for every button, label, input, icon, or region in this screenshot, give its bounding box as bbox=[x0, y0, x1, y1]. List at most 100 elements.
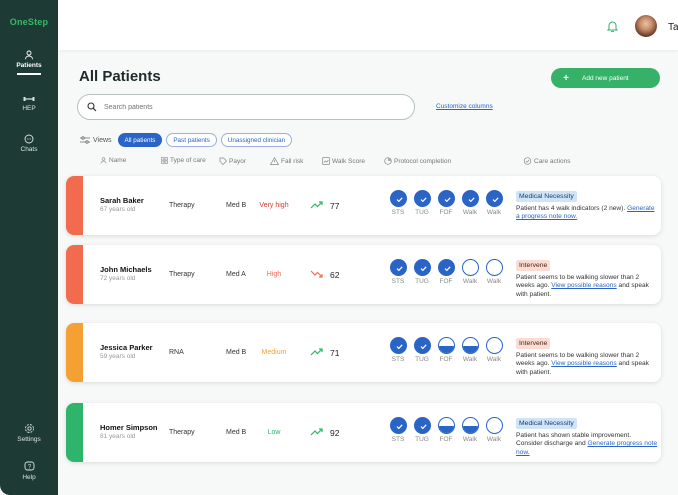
sidebar-item-help[interactable]: ? Help bbox=[0, 461, 58, 481]
care-icon bbox=[523, 157, 532, 165]
protocol-label: TUG bbox=[415, 436, 429, 443]
avatar[interactable] bbox=[635, 15, 657, 37]
column-header-payor[interactable]: Payor bbox=[219, 157, 246, 165]
view-pill-past-patients[interactable]: Past patients bbox=[166, 133, 217, 147]
column-header-protocol[interactable]: Protocol completion bbox=[384, 157, 451, 165]
protocol-item: FOF bbox=[434, 259, 458, 285]
protocol-label: Walk bbox=[486, 209, 502, 216]
walk-score: 92 bbox=[330, 428, 340, 438]
protocol-status-icon bbox=[389, 190, 407, 207]
plus-icon: + bbox=[563, 72, 569, 84]
protocol-completion: STS TUG FOF Walk Walk bbox=[386, 259, 506, 285]
sidebar-item-chats[interactable]: Chats bbox=[0, 134, 58, 153]
dumbbell-icon bbox=[23, 97, 35, 101]
patient-age: 67 years old bbox=[100, 206, 136, 213]
patient-card[interactable]: Sarah Baker 67 years old Therapy Med B Very … bbox=[66, 176, 661, 235]
sidebar-item-label: Settings bbox=[17, 436, 41, 443]
protocol-item: FOF bbox=[434, 190, 458, 216]
protocol-label: FOF bbox=[439, 278, 453, 285]
bell-icon[interactable] bbox=[607, 20, 618, 32]
user-name[interactable]: Tara bbox=[668, 22, 678, 33]
patients-icon bbox=[25, 50, 33, 60]
protocol-label: TUG bbox=[415, 278, 429, 285]
patient-age: 81 years old bbox=[100, 433, 136, 440]
action-link[interactable]: View possible reasons bbox=[551, 282, 617, 289]
sidebar-item-settings[interactable]: Settings bbox=[0, 423, 58, 443]
column-header-walk-score[interactable]: Walk Score bbox=[322, 157, 365, 165]
progress-ring-icon bbox=[384, 157, 392, 165]
protocol-status-icon bbox=[437, 417, 455, 434]
protocol-status-icon bbox=[485, 190, 503, 207]
column-header-label: Name bbox=[109, 157, 127, 164]
walk-score: 62 bbox=[330, 270, 340, 280]
protocol-label: Walk bbox=[462, 209, 478, 216]
sidebar: OneStep Patients HEP Chats Settings ? He… bbox=[0, 0, 58, 495]
action-link[interactable]: View possible reasons bbox=[551, 360, 617, 367]
grid-icon bbox=[161, 157, 168, 164]
protocol-item: FOF bbox=[434, 417, 458, 443]
protocol-item: FOF bbox=[434, 337, 458, 363]
column-header-fall-risk[interactable]: Fall risk bbox=[270, 157, 303, 165]
protocol-status-icon bbox=[413, 337, 431, 354]
trend-up-icon bbox=[310, 201, 323, 209]
patient-card[interactable]: John Michaels 72 years old Therapy Med A Hig… bbox=[66, 245, 661, 304]
protocol-label: STS bbox=[391, 436, 405, 443]
care-action: Intervene Patient seems to be walking slo… bbox=[516, 332, 658, 377]
protocol-item: Walk bbox=[482, 337, 506, 363]
search-input[interactable] bbox=[104, 101, 404, 113]
protocol-item: STS bbox=[386, 337, 410, 363]
patient-card[interactable]: Jessica Parker 59 years old RNA Med B Medium… bbox=[66, 323, 661, 382]
trend-up-icon bbox=[310, 428, 323, 436]
trend-up-icon bbox=[310, 348, 323, 356]
protocol-status-icon bbox=[461, 259, 479, 276]
column-header-label: Walk Score bbox=[332, 157, 365, 165]
patient-name[interactable]: Jessica Parker bbox=[100, 343, 153, 352]
fall-risk: Low bbox=[267, 429, 281, 436]
protocol-label: Walk bbox=[486, 278, 502, 285]
type-of-care: Therapy bbox=[169, 271, 195, 278]
risk-color-band bbox=[66, 176, 83, 235]
sidebar-item-patients[interactable]: Patients bbox=[0, 50, 58, 75]
sliders-icon bbox=[80, 136, 90, 144]
column-header-name[interactable]: Name bbox=[100, 157, 126, 164]
protocol-item: STS bbox=[386, 190, 410, 216]
protocol-label: Walk bbox=[462, 436, 478, 443]
patient-name[interactable]: Homer Simpson bbox=[100, 423, 158, 432]
patient-name[interactable]: Sarah Baker bbox=[100, 196, 144, 205]
action-badge: Intervene bbox=[516, 338, 551, 349]
protocol-label: Walk bbox=[462, 278, 478, 285]
walk-score: 71 bbox=[330, 348, 340, 358]
trend-down-icon bbox=[310, 270, 323, 278]
protocol-item: Walk bbox=[482, 259, 506, 285]
column-header-care[interactable]: Type of care bbox=[161, 157, 206, 164]
search-box[interactable] bbox=[77, 94, 415, 120]
fall-risk: High bbox=[266, 271, 282, 278]
brand-logo[interactable]: OneStep bbox=[0, 17, 58, 27]
column-header-care-actions[interactable]: Care actions bbox=[523, 157, 571, 165]
column-header-label: Care actions bbox=[534, 157, 571, 165]
protocol-label: TUG bbox=[415, 356, 429, 363]
protocol-label: Walk bbox=[486, 356, 502, 363]
customize-columns-link[interactable]: Customize columns bbox=[436, 103, 493, 110]
fall-risk: Medium bbox=[261, 349, 287, 356]
protocol-completion: STS TUG FOF Walk Walk bbox=[386, 417, 506, 443]
protocol-label: FOF bbox=[439, 356, 453, 363]
patient-name[interactable]: John Michaels bbox=[100, 265, 152, 274]
add-patient-button[interactable]: + Add new patient bbox=[551, 68, 660, 88]
protocol-status-icon bbox=[485, 337, 503, 354]
view-pill-unassigned-clinician[interactable]: Unassigned clinician bbox=[220, 133, 293, 147]
protocol-status-icon bbox=[413, 190, 431, 207]
sidebar-item-hep[interactable]: HEP bbox=[0, 95, 58, 112]
action-badge: Medical Necessity bbox=[516, 191, 577, 202]
protocol-label: Walk bbox=[486, 436, 502, 443]
protocol-item: TUG bbox=[410, 417, 434, 443]
help-icon: ? bbox=[24, 461, 34, 471]
protocol-label: Walk bbox=[462, 356, 478, 363]
patient-card[interactable]: Homer Simpson 81 years old Therapy Med B Low… bbox=[66, 403, 661, 462]
protocol-label: STS bbox=[391, 356, 405, 363]
column-header-label: Type of care bbox=[170, 157, 206, 164]
protocol-item: Walk bbox=[482, 417, 506, 443]
protocol-status-icon bbox=[389, 337, 407, 354]
protocol-item: TUG bbox=[410, 337, 434, 363]
view-pill-all-patients[interactable]: All patients bbox=[117, 133, 163, 147]
